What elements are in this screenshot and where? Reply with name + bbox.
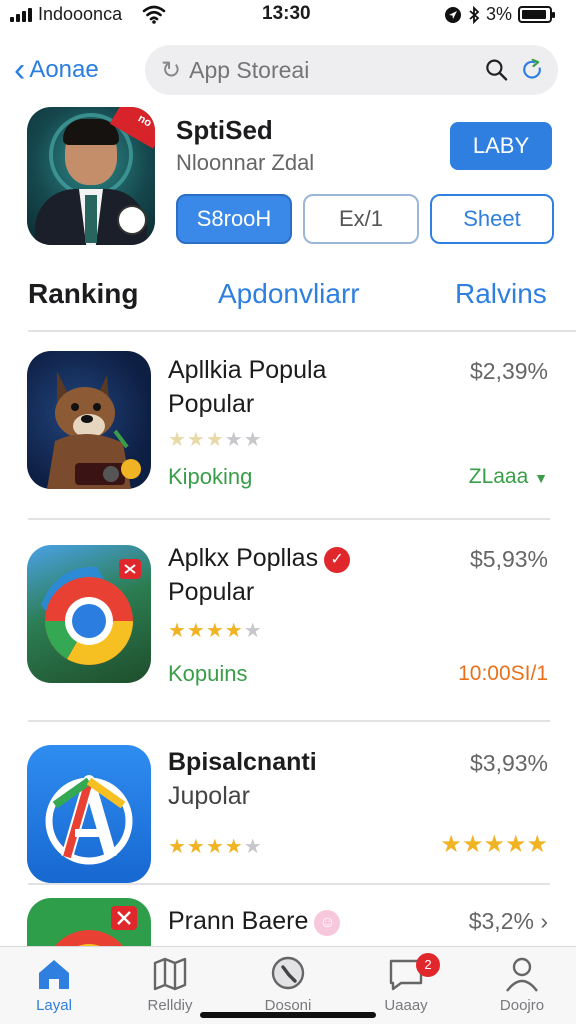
app-category: Kopuins <box>168 661 248 686</box>
app-price: $5,93% <box>469 546 548 572</box>
tabbar-profile[interactable]: Doojro <box>472 955 572 1014</box>
app-title[interactable]: Aplkx Popllas ✓ Popular <box>168 541 351 609</box>
app-price: $3,93% <box>469 750 548 776</box>
battery-icon <box>518 6 556 23</box>
featured-app-thumbnail[interactable]: no <box>27 107 155 245</box>
app-price: $3,2% › <box>468 908 548 934</box>
rating-stars: ★★★★★ <box>168 620 263 642</box>
trend-value: 10:00SI/1 <box>458 662 548 685</box>
tab-ralvins[interactable]: Ralvins <box>455 278 547 310</box>
wifi-icon <box>142 5 166 24</box>
home-indicator[interactable] <box>200 1012 376 1018</box>
app-price: $2,39% <box>469 358 548 384</box>
map-icon <box>153 957 187 991</box>
tabbar-map[interactable]: Relldiy <box>120 955 220 1014</box>
a-logo-icon[interactable] <box>27 745 151 883</box>
divider <box>28 330 576 332</box>
location-icon <box>445 6 461 23</box>
chip-button[interactable]: S8rooH <box>176 194 292 244</box>
search-bar[interactable]: ↻ <box>145 45 558 95</box>
back-button[interactable]: ‹ Aonae <box>14 52 99 88</box>
notification-badge: 2 <box>416 953 440 977</box>
featured-subtitle: Nloonnar Zdal <box>176 150 315 175</box>
tabbar-messages[interactable]: 2 Uaaay <box>356 953 456 1014</box>
search-icon[interactable] <box>485 55 508 85</box>
tabbar-search[interactable]: Dosoni <box>238 955 338 1014</box>
clock: 13:30 <box>262 3 311 24</box>
app-title[interactable]: Prann Baere ☺ <box>168 904 341 938</box>
trend-value: ZLaaa ▼ <box>468 465 548 488</box>
chip-button[interactable]: Sheet <box>430 194 554 244</box>
featured-title: SptiSed <box>176 115 273 145</box>
trend-rating-stars: ★★★★★ <box>440 831 548 858</box>
rating-stars: ★★★★★ <box>168 836 263 858</box>
chip-button[interactable]: Ex/1 <box>303 194 419 244</box>
rating-stars: ★★★★★ <box>168 429 263 451</box>
chrome-icon[interactable] <box>27 545 151 683</box>
carrier-name: Indooonca <box>38 4 123 24</box>
app-category: Kipoking <box>168 464 253 489</box>
new-badge-icon: ☺ <box>314 910 341 936</box>
app-title[interactable]: Apllkia Popula Popular <box>168 353 326 421</box>
home-icon <box>39 960 69 989</box>
tab-apdonvliarr[interactable]: Apdonvliarr <box>218 278 360 310</box>
alert-badge-icon: ✓ <box>324 547 351 573</box>
divider <box>28 518 550 520</box>
divider <box>28 883 550 885</box>
tabbar-home[interactable]: Layal <box>4 955 104 1014</box>
search-input[interactable] <box>189 56 486 84</box>
dog-icon[interactable] <box>27 351 151 489</box>
get-button[interactable]: LABY <box>450 122 552 170</box>
triangle-down-icon: ▼ <box>534 470 548 486</box>
cellular-signal-icon <box>10 8 34 22</box>
person-icon <box>506 957 538 992</box>
divider <box>28 720 550 722</box>
tab-ranking[interactable]: Ranking <box>28 278 138 310</box>
battery-percent: 3% <box>486 4 513 24</box>
status-bar: Indooonca 13:30 3% <box>0 0 576 30</box>
bluetooth-icon <box>469 5 480 24</box>
back-label: Aonae <box>29 56 99 83</box>
search-icon <box>271 956 305 990</box>
chevron-right-icon: › <box>540 908 548 934</box>
reload-icon[interactable]: ↻ <box>161 56 181 85</box>
mini-badge-icon <box>117 205 147 235</box>
chevron-left-icon: ‹ <box>14 51 26 89</box>
app-title[interactable]: Bpisalcnanti Jupolar <box>168 745 317 813</box>
refresh-icon[interactable] <box>521 55 544 85</box>
